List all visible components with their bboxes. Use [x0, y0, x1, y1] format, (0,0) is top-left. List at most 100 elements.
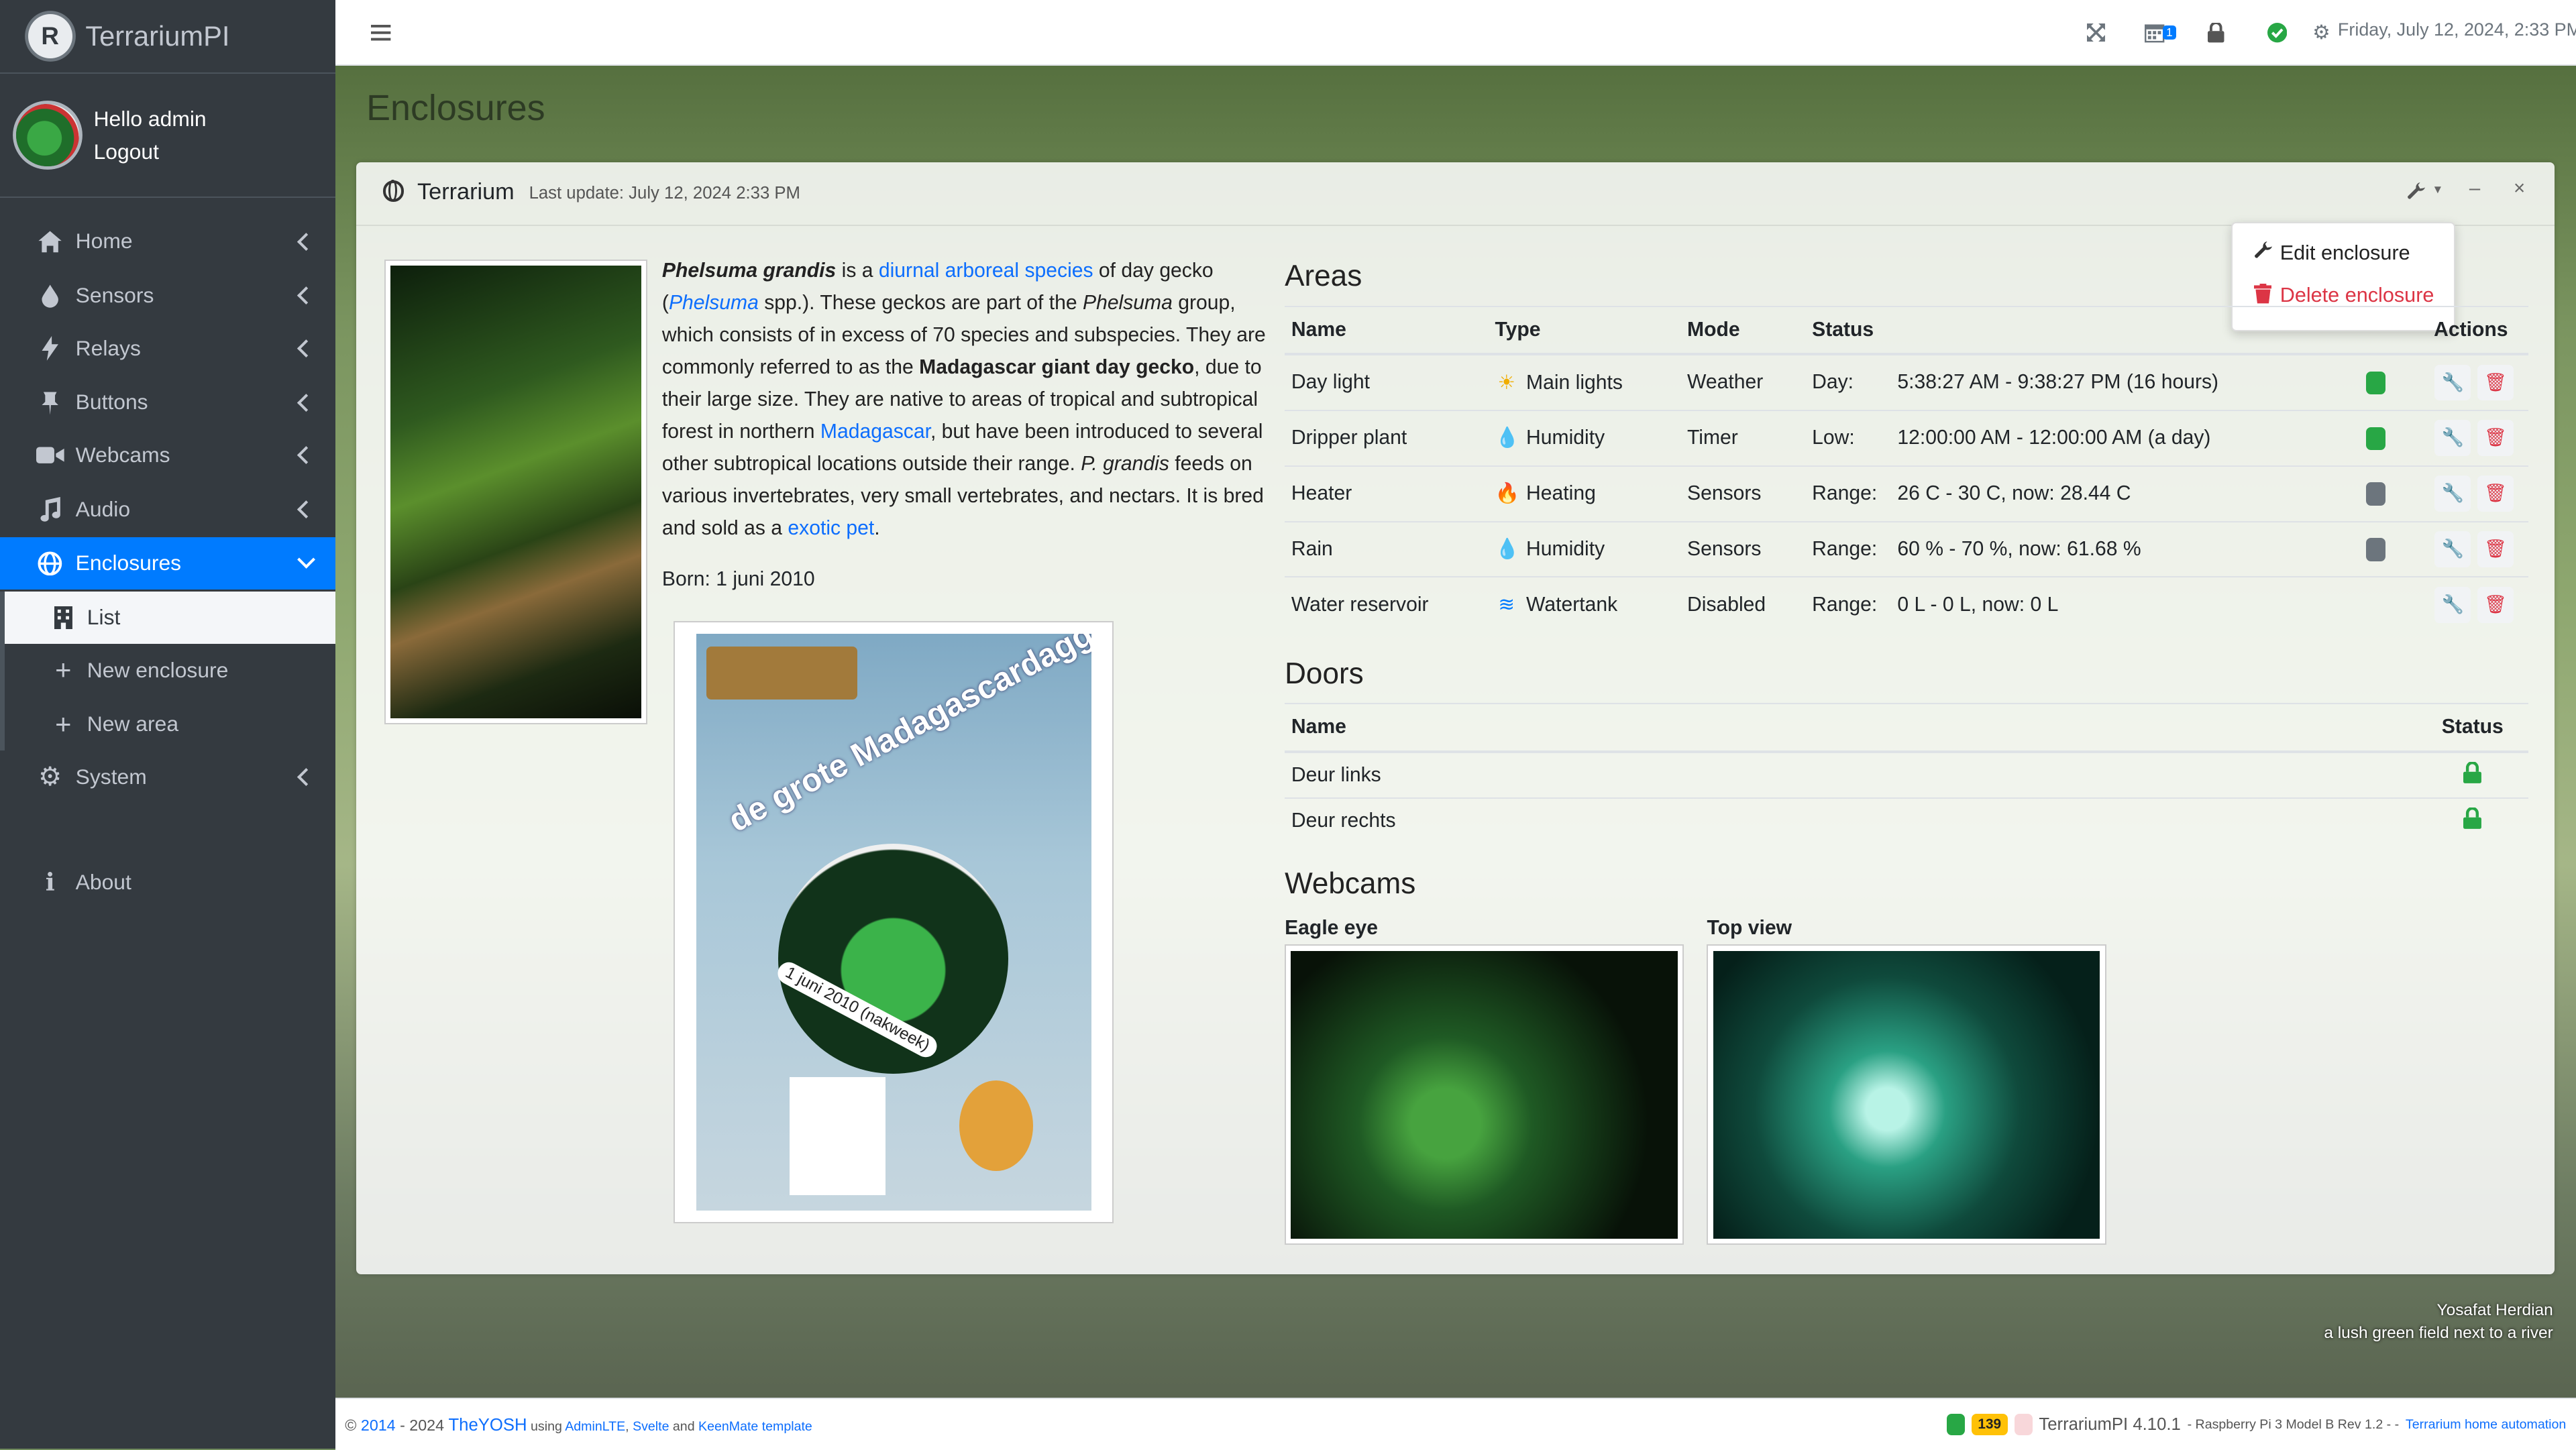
edit-area-button[interactable]: 🔧 — [2434, 531, 2471, 567]
edit-area-button[interactable]: 🔧 — [2434, 586, 2471, 623]
edit-area-button[interactable]: 🔧 — [2434, 364, 2471, 401]
gear-icon[interactable]: ⚙ — [2312, 19, 2331, 46]
calendar-badge: 1 — [2163, 25, 2176, 40]
webcam-image — [1713, 950, 2100, 1239]
droplet-icon — [36, 282, 64, 310]
plus-icon: + — [55, 654, 72, 686]
caret-down-icon: ▼ — [2432, 182, 2444, 196]
pushpin-icon — [36, 388, 64, 416]
calendar-icon — [2145, 24, 2165, 43]
photo-caption: a lush green field next to a river — [2324, 1324, 2553, 1343]
home-automation-link[interactable]: Terrarium home automation — [2406, 1417, 2566, 1433]
chevron-left-icon — [297, 500, 315, 518]
col-actions: Actions — [2413, 305, 2528, 356]
sidebar-item-list[interactable]: List — [0, 591, 335, 644]
area-type: Heating — [1526, 482, 1596, 505]
link-madagascar[interactable]: Madagascar — [820, 421, 930, 443]
delete-area-button[interactable]: 🗑 — [2477, 420, 2514, 457]
area-name: Water reservoir — [1285, 576, 1489, 632]
year-link[interactable]: 2014 — [361, 1416, 396, 1434]
area-name: Dripper plant — [1285, 409, 1489, 466]
footer-text: and — [669, 1418, 699, 1434]
area-state-indicator — [2365, 482, 2385, 506]
col-status: Status — [2416, 703, 2528, 753]
link-exotic-pet[interactable]: exotic pet — [788, 517, 874, 539]
area-type: Humidity — [1526, 427, 1605, 449]
delete-enclosure-menu-item[interactable]: Delete enclosure — [2253, 284, 2434, 307]
status-ok-icon[interactable] — [2265, 19, 2288, 46]
sidebar-item-relays[interactable]: Relays — [0, 322, 335, 374]
status-value: 12:00:00 AM - 12:00:00 AM (a day) — [1890, 409, 2338, 466]
edit-area-button[interactable]: 🔧 — [2434, 476, 2471, 512]
sidebar-item-system[interactable]: ⚙ System — [0, 750, 335, 803]
sidebar-item-webcams[interactable]: Webcams — [0, 429, 335, 481]
webcam-top-view[interactable] — [1707, 944, 2106, 1245]
chevron-left-icon — [297, 393, 315, 412]
sidebar-item-audio[interactable]: Audio — [0, 483, 335, 535]
delete-area-button[interactable]: 🗑 — [2477, 364, 2514, 401]
chevron-down-icon — [297, 551, 315, 569]
sidebar-item-new-area[interactable]: + New area — [0, 698, 335, 750]
born-date: Born: 1 juni 2010 — [661, 568, 815, 591]
video-camera-icon — [36, 441, 64, 469]
hamburger-menu-icon[interactable] — [370, 19, 392, 46]
notification-count-badge[interactable]: 139 — [1971, 1414, 2008, 1435]
enclosure-image[interactable] — [384, 259, 647, 724]
adminlte-link[interactable]: AdminLTE — [565, 1419, 625, 1434]
minimize-icon[interactable]: – — [2469, 177, 2480, 200]
area-state-indicator — [2365, 427, 2385, 450]
fullscreen-icon[interactable] — [2085, 19, 2108, 46]
webcam-eagle-eye[interactable] — [1285, 944, 1684, 1245]
sidebar-item-new-enclosure[interactable]: + New enclosure — [0, 644, 335, 696]
photo-credit: Yosafat Herdian a lush green field next … — [2324, 1299, 2553, 1345]
sidebar-item-label: System — [75, 764, 147, 789]
brand[interactable]: R TerrariumPI — [0, 0, 335, 74]
link-diurnal-arboreal[interactable]: diurnal arboreal species — [879, 260, 1093, 282]
poster-image[interactable]: de grote Madagascardaggekko 1 juni 2010 … — [674, 620, 1114, 1224]
sidebar-item-buttons[interactable]: Buttons — [0, 376, 335, 429]
area-type: Humidity — [1526, 537, 1605, 560]
sidebar-item-enclosures[interactable]: Enclosures — [0, 537, 335, 590]
desc-text: is a — [836, 259, 879, 282]
lock-icon[interactable] — [2206, 19, 2226, 46]
delete-area-button[interactable]: 🗑 — [2477, 586, 2514, 623]
calendar-button[interactable]: 1 — [2142, 19, 2178, 46]
wrench-dropdown-button[interactable]: ▼ — [2407, 182, 2444, 207]
col-type: Type — [1488, 305, 1681, 356]
sidebar-item-label: New area — [87, 712, 179, 736]
sidebar-item-home[interactable]: Home — [0, 215, 335, 268]
sidebar-item-about[interactable]: i About — [0, 856, 335, 908]
door-name: Deur links — [1285, 750, 2417, 798]
music-icon — [36, 495, 64, 523]
sidebar-item-sensors[interactable]: Sensors — [0, 270, 335, 322]
status-value: 60 % - 70 %, now: 61.68 % — [1890, 520, 2338, 577]
user-panel: Hello admin Logout — [0, 74, 335, 199]
link-phelsuma[interactable]: Phelsuma — [669, 292, 759, 314]
close-icon[interactable]: × — [2514, 177, 2525, 200]
area-name: Rain — [1285, 520, 1489, 577]
card-header: Terrarium Last update: July 12, 2024 2:3… — [356, 162, 2555, 227]
globe-icon — [382, 180, 405, 203]
area-name: Heater — [1285, 465, 1489, 522]
chevron-left-icon — [297, 339, 315, 357]
delete-area-button[interactable]: 🗑 — [2477, 476, 2514, 512]
keenmate-link[interactable]: KeenMate template — [698, 1419, 812, 1434]
svelte-link[interactable]: Svelte — [633, 1419, 669, 1434]
app-logo-icon: R — [28, 13, 72, 58]
table-row: Deur links — [1285, 750, 2528, 798]
area-name: Day light — [1285, 353, 1489, 410]
webcam-image — [1291, 950, 1678, 1239]
wrench-icon — [2407, 182, 2425, 199]
desc-bold: Madagascar giant day gecko — [919, 355, 1195, 378]
poster: de grote Madagascardaggekko 1 juni 2010 … — [696, 633, 1091, 1211]
logout-link[interactable]: Logout — [94, 135, 207, 168]
edit-enclosure-menu-item[interactable]: Edit enclosure — [2254, 241, 2410, 265]
enclosure-description: Phelsuma grandis is a diurnal arboreal s… — [662, 255, 1273, 545]
author-link[interactable]: TheYOSH — [448, 1416, 527, 1435]
edit-area-button[interactable]: 🔧 — [2434, 420, 2471, 457]
delete-area-button[interactable]: 🗑 — [2477, 531, 2514, 567]
globe-icon — [36, 549, 64, 577]
area-mode: Sensors — [1680, 465, 1806, 522]
droplet-icon: 💧 — [1495, 427, 1520, 449]
status-badge-green — [1946, 1414, 1965, 1435]
